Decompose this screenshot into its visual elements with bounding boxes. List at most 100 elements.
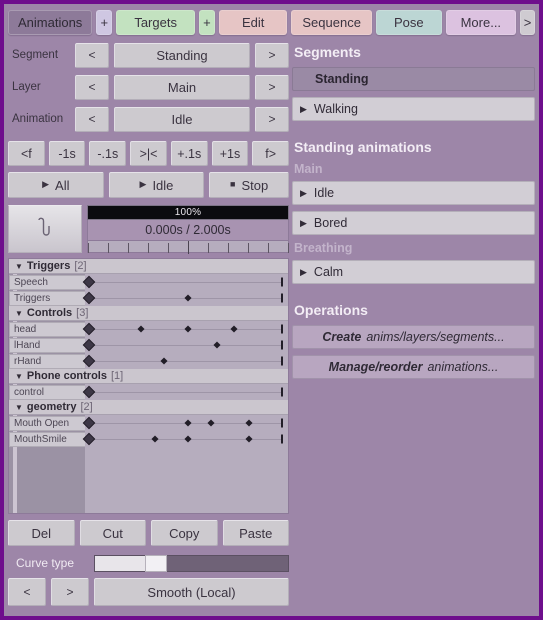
track-group-header[interactable]: ▼ Triggers [2] xyxy=(9,259,288,274)
keyframe-marker[interactable] xyxy=(183,294,192,302)
track-name[interactable]: control xyxy=(9,384,85,400)
keyframe-marker[interactable] xyxy=(82,354,96,368)
play-idle-button[interactable]: ▶ Idle xyxy=(108,172,205,198)
operation-button[interactable]: Create anims/layers/segments... xyxy=(292,325,535,349)
keyframe-marker[interactable] xyxy=(82,338,96,352)
keyframe-marker[interactable] xyxy=(230,325,238,333)
minus-1s-button[interactable]: -1s xyxy=(48,141,86,166)
layer-value[interactable]: Main xyxy=(114,74,250,100)
track-row[interactable]: lHand xyxy=(9,337,288,353)
add-animation-button[interactable]: + xyxy=(96,9,113,35)
track-name[interactable]: MouthSmile xyxy=(9,431,85,447)
keyframe-marker[interactable] xyxy=(245,419,253,427)
segment-list-item[interactable]: Standing xyxy=(292,67,535,91)
track-group-header[interactable]: ▼ Controls [3] xyxy=(9,306,288,321)
track-end-marker[interactable] xyxy=(280,356,283,366)
tab-edit[interactable]: Edit xyxy=(218,9,288,35)
add-target-button[interactable]: + xyxy=(198,9,215,35)
curve-type-prev-button[interactable]: < xyxy=(8,578,46,606)
curve-thumbnail-icon[interactable] xyxy=(8,205,82,253)
track-lane[interactable] xyxy=(82,290,288,306)
animation-prev-button[interactable]: < xyxy=(75,106,109,132)
keyframe-marker[interactable] xyxy=(183,419,192,427)
track-row[interactable]: Triggers xyxy=(9,290,288,306)
minus-point1s-button[interactable]: -.1s xyxy=(89,141,127,166)
track-row[interactable]: Speech xyxy=(9,274,288,290)
animation-list-item[interactable]: ▶ Bored xyxy=(292,211,535,235)
keyframe-marker[interactable] xyxy=(82,322,96,336)
progress-bar[interactable]: 100% xyxy=(87,205,289,220)
curve-type-next-button[interactable]: > xyxy=(51,578,89,606)
keyframe-marker[interactable] xyxy=(82,275,96,289)
track-lane[interactable] xyxy=(82,321,288,337)
segment-value[interactable]: Standing xyxy=(114,42,250,68)
prev-frame-button[interactable]: <f xyxy=(8,141,45,166)
operation-button[interactable]: Manage/reorder animations... xyxy=(292,355,535,379)
track-name[interactable]: Speech xyxy=(9,274,85,290)
keyframe-marker[interactable] xyxy=(213,341,221,349)
keyframe-marker[interactable] xyxy=(245,435,253,443)
track-end-marker[interactable] xyxy=(280,340,283,350)
next-frame-button[interactable]: f> xyxy=(252,141,290,166)
track-end-marker[interactable] xyxy=(280,324,283,334)
track-group-header[interactable]: ▼ geometry [2] xyxy=(9,400,288,415)
segment-list-item[interactable]: ▶ Walking xyxy=(292,97,535,121)
keyframe-marker[interactable] xyxy=(82,432,96,446)
track-end-marker[interactable] xyxy=(280,434,283,444)
tab-more[interactable]: More... xyxy=(445,9,517,35)
keyframe-marker[interactable] xyxy=(82,416,96,430)
track-lane[interactable] xyxy=(82,431,288,447)
track-name[interactable]: Triggers xyxy=(9,290,85,306)
center-playhead-button[interactable]: >|< xyxy=(130,141,167,166)
segment-prev-button[interactable]: < xyxy=(75,42,109,68)
slider-knob[interactable] xyxy=(145,554,168,572)
segment-next-button[interactable]: > xyxy=(255,42,289,68)
track-row[interactable]: Mouth Open xyxy=(9,415,288,431)
track-row[interactable]: rHand xyxy=(9,353,288,369)
plus-1s-button[interactable]: +1s xyxy=(211,141,249,166)
delete-button[interactable]: Del xyxy=(8,520,75,546)
timeline-ruler[interactable] xyxy=(87,240,289,254)
layer-next-button[interactable]: > xyxy=(255,74,289,100)
keyframe-marker[interactable] xyxy=(82,385,96,399)
track-end-marker[interactable] xyxy=(280,277,283,287)
track-lane[interactable] xyxy=(82,353,288,369)
track-name[interactable]: Mouth Open xyxy=(9,415,85,431)
track-row[interactable]: MouthSmile xyxy=(9,431,288,447)
tab-targets[interactable]: Targets xyxy=(116,9,195,35)
track-end-marker[interactable] xyxy=(280,293,283,303)
play-all-button[interactable]: ▶ All xyxy=(8,172,104,198)
animation-next-button[interactable]: > xyxy=(255,106,289,132)
keyframe-marker[interactable] xyxy=(183,435,192,443)
track-group-header[interactable]: ▼ Phone controls [1] xyxy=(9,369,288,384)
track-lane[interactable] xyxy=(82,337,288,353)
tab-animations[interactable]: Animations xyxy=(8,9,93,35)
track-lane[interactable] xyxy=(82,415,288,431)
stop-button[interactable]: ■ Stop xyxy=(209,172,290,198)
track-name[interactable]: lHand xyxy=(9,337,85,353)
copy-button[interactable]: Copy xyxy=(151,520,218,546)
track-list[interactable]: ▼ Triggers [2] Speech Triggers ▼ Controls [3] he… xyxy=(8,258,289,514)
track-name[interactable]: head xyxy=(9,321,85,337)
track-end-marker[interactable] xyxy=(280,418,283,428)
keyframe-marker[interactable] xyxy=(151,435,159,443)
plus-point1s-button[interactable]: +.1s xyxy=(170,141,208,166)
track-lane[interactable] xyxy=(82,384,288,400)
curve-type-value[interactable]: Smooth (Local) xyxy=(94,578,289,606)
track-row[interactable]: control xyxy=(9,384,288,400)
track-row[interactable]: head xyxy=(9,321,288,337)
tab-pose[interactable]: Pose xyxy=(375,9,442,35)
track-lane[interactable] xyxy=(82,274,288,290)
track-end-marker[interactable] xyxy=(280,387,283,397)
paste-button[interactable]: Paste xyxy=(222,520,289,546)
tab-sequence[interactable]: Sequence xyxy=(291,9,372,35)
track-name[interactable]: rHand xyxy=(9,353,85,369)
curve-type-slider[interactable] xyxy=(94,554,289,572)
animation-value[interactable]: Idle xyxy=(114,106,250,132)
tab-next-button[interactable]: > xyxy=(520,9,535,35)
keyframe-marker[interactable] xyxy=(160,357,168,365)
keyframe-marker[interactable] xyxy=(183,325,192,333)
cut-button[interactable]: Cut xyxy=(79,520,146,546)
keyframe-marker[interactable] xyxy=(137,325,145,333)
animation-list-item[interactable]: ▶ Idle xyxy=(292,181,535,205)
